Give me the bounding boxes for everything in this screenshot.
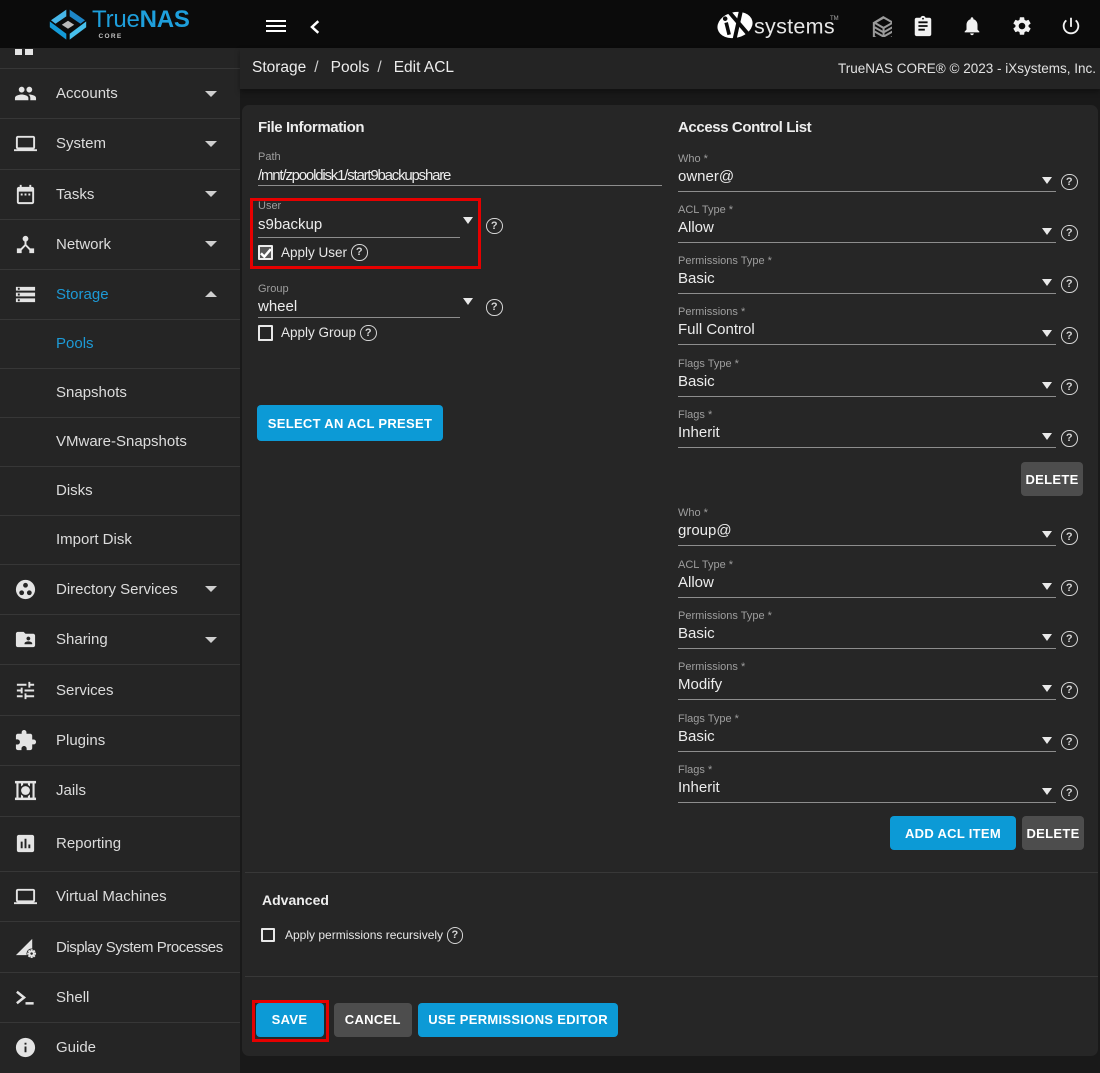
svg-text:TM: TM: [830, 16, 839, 22]
svg-text:systems: systems: [754, 15, 835, 39]
